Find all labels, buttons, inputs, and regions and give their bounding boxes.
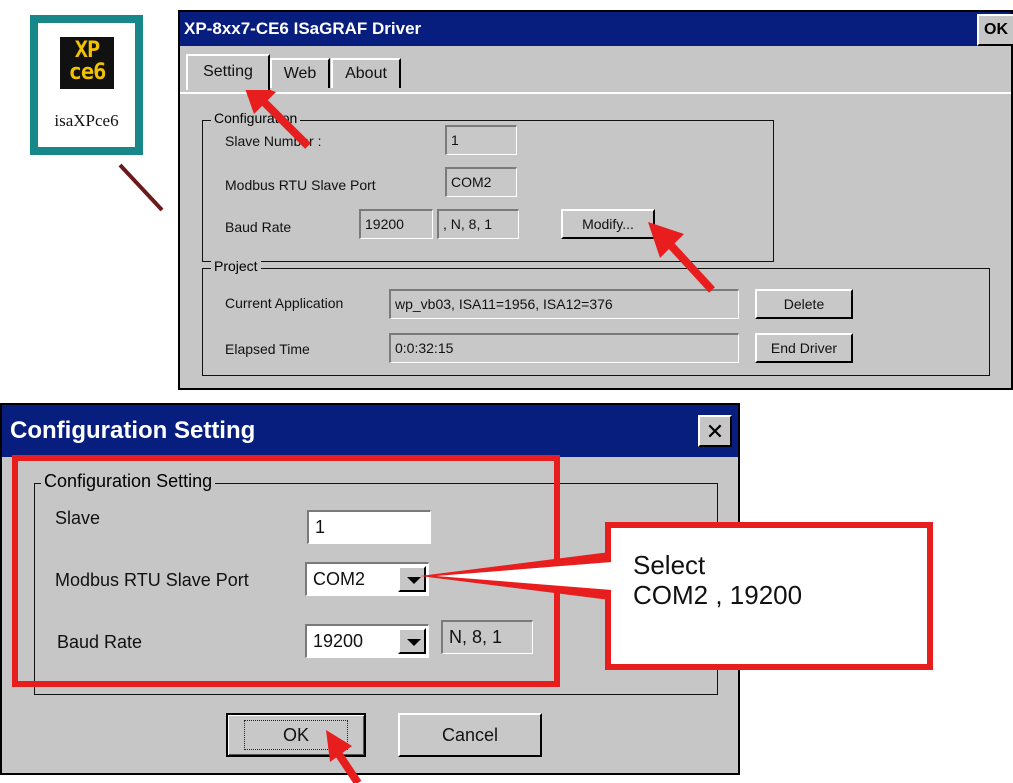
modify-button[interactable]: Modify...	[561, 209, 655, 239]
desktop-icon-label[interactable]: isaXPce6	[38, 111, 135, 131]
icon-text-ce6: ce6	[68, 60, 107, 85]
config-dialog-title: Configuration Setting	[10, 417, 256, 444]
tab-setting[interactable]: Setting	[186, 54, 270, 90]
elapsed-time-field: 0:0:32:15	[389, 333, 739, 363]
baud-label: Baud Rate	[225, 219, 292, 235]
desktop-icon-frame: XP ce6 isaXPce6	[30, 15, 143, 155]
icon-connector-line	[118, 163, 164, 212]
callout-text: Select COM2 , 19200	[633, 550, 803, 610]
callout-box: Select COM2 , 19200	[605, 522, 933, 670]
tab-about[interactable]: About	[331, 58, 401, 88]
current-application-label: Current Application	[225, 295, 344, 311]
close-icon[interactable]: ✕	[698, 415, 732, 447]
project-legend: Project	[211, 258, 261, 274]
dialog-ok-button[interactable]: OK	[226, 713, 366, 757]
highlight-box	[12, 455, 560, 687]
baud-field: 19200	[359, 209, 433, 239]
configuration-group: Configuration Slave Number : 1 Modbus RT…	[202, 110, 774, 262]
port-field: COM2	[445, 167, 517, 197]
driver-window-titlebar: XP-8xx7-CE6 ISaGRAF Driver	[180, 12, 1011, 46]
icon-text-xp: XP	[74, 38, 101, 63]
isaxpce6-app-icon[interactable]: XP ce6	[60, 37, 114, 89]
configuration-legend: Configuration	[211, 110, 301, 126]
end-driver-button[interactable]: End Driver	[755, 333, 853, 363]
elapsed-time-label: Elapsed Time	[225, 341, 310, 357]
dialog-cancel-button[interactable]: Cancel	[398, 713, 542, 757]
port-label: Modbus RTU Slave Port	[225, 177, 376, 193]
config-dialog-titlebar: Configuration Setting	[2, 405, 738, 457]
project-group: Project Current Application wp_vb03, ISA…	[202, 258, 990, 376]
tab-divider	[180, 92, 1011, 94]
driver-ok-button[interactable]: OK	[977, 14, 1013, 46]
delete-button[interactable]: Delete	[755, 289, 853, 319]
slave-number-field: 1	[445, 125, 517, 155]
driver-window-title: XP-8xx7-CE6 ISaGRAF Driver	[184, 19, 422, 38]
driver-window: XP-8xx7-CE6 ISaGRAF Driver OK Setting We…	[178, 10, 1013, 390]
baud-format-field: , N, 8, 1	[437, 209, 519, 239]
dialog-ok-label: OK	[243, 720, 348, 750]
slave-number-label: Slave Number :	[225, 133, 322, 149]
tab-web[interactable]: Web	[270, 58, 330, 88]
current-application-field: wp_vb03, ISA11=1956, ISA12=376	[389, 289, 739, 319]
